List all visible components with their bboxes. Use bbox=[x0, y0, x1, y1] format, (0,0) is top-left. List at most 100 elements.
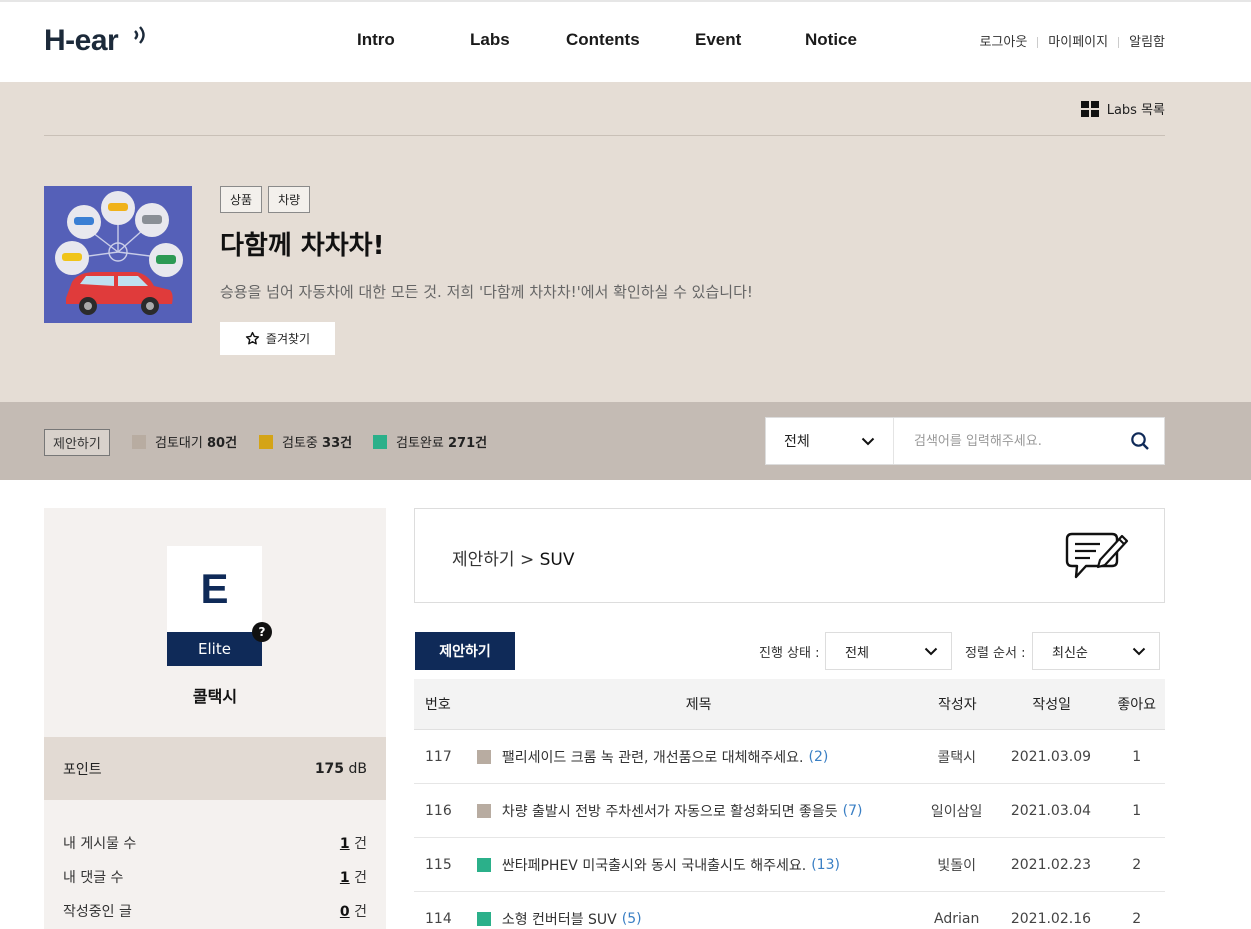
grade-label: Elite bbox=[167, 632, 262, 666]
stat-unit: 건 bbox=[354, 836, 367, 852]
row-number: 117 bbox=[425, 748, 452, 765]
utility-menu: 로그아웃 마이페이지 알림함 bbox=[979, 31, 1165, 50]
favorite-button[interactable]: 즐겨찾기 bbox=[220, 322, 335, 355]
divider bbox=[44, 135, 1165, 136]
row-author: 일이삼일 bbox=[930, 803, 983, 820]
column-header: 제목 bbox=[685, 697, 712, 713]
status-filter-value: 전체 bbox=[845, 645, 869, 661]
chevron-down-icon bbox=[861, 437, 875, 445]
stat-in-review-label: 검토중 bbox=[282, 436, 318, 451]
table-row[interactable]: 114 소형 컨버터블 SUV (5) Adrian 2021.02.16 2 bbox=[414, 892, 1165, 929]
lab-hero: Labs 목록 상품 차량 다함께 차차차! 승용을 넘어 자동차에 대한 모든… bbox=[0, 82, 1251, 402]
star-icon bbox=[245, 331, 260, 345]
lab-title: 다함께 차차차! bbox=[220, 231, 385, 261]
divider bbox=[1037, 37, 1039, 48]
search-scope-select[interactable]: 전체 bbox=[766, 418, 894, 464]
category-label: 제안하기 bbox=[44, 429, 110, 456]
row-title-link[interactable]: 차량 출발시 전방 주차센서가 자동으로 활성화되면 좋을듯 bbox=[502, 801, 838, 821]
row-number: 115 bbox=[425, 856, 452, 873]
nav-notice[interactable]: Notice bbox=[805, 30, 857, 50]
nav-intro[interactable]: Intro bbox=[357, 30, 395, 50]
row-likes: 2 bbox=[1132, 910, 1142, 927]
point-value: 175 bbox=[314, 760, 345, 777]
breadcrumb-separator: > bbox=[519, 550, 535, 570]
column-header: 좋아요 bbox=[1117, 697, 1156, 713]
chevron-down-icon bbox=[1132, 647, 1146, 655]
chevron-down-icon bbox=[924, 647, 938, 655]
stat-pending-label: 검토대기 bbox=[155, 436, 203, 451]
stat-unit: 건 bbox=[354, 870, 367, 886]
sort-label: 정렬 순서 : bbox=[965, 646, 1026, 661]
my-posts-count[interactable]: 1 bbox=[340, 836, 350, 852]
site-logo[interactable]: H-ear bbox=[44, 24, 119, 58]
completed-color-swatch bbox=[373, 434, 387, 449]
notification-link[interactable]: 알림함 bbox=[1129, 31, 1165, 50]
sort-value: 최신순 bbox=[1052, 645, 1088, 661]
user-nickname: 콜택시 bbox=[192, 687, 238, 706]
table-row[interactable]: 115 싼타페PHEV 미국출시와 동시 국내출시도 해주세요. (13) 빛돌… bbox=[414, 838, 1165, 892]
status-indicator bbox=[476, 803, 491, 818]
point-unit: dB bbox=[348, 760, 368, 777]
row-title-link[interactable]: 소형 컨버터블 SUV bbox=[502, 909, 617, 929]
status-filter-label: 진행 상태 : bbox=[759, 646, 820, 661]
nav-contents[interactable]: Contents bbox=[566, 30, 640, 50]
labs-list-label: Labs 목록 bbox=[1106, 103, 1165, 118]
comment-count: (5) bbox=[621, 910, 642, 927]
stat-label: 내 게시물 수 bbox=[63, 836, 137, 852]
my-comments-count[interactable]: 1 bbox=[340, 870, 350, 886]
column-header: 작성자 bbox=[937, 697, 977, 713]
status-indicator bbox=[476, 749, 491, 764]
point-label: 포인트 bbox=[63, 761, 102, 778]
comment-count: (2) bbox=[808, 748, 829, 765]
labs-list-link[interactable]: Labs 목록 bbox=[1080, 99, 1165, 118]
stat-label: 작성중인 글 bbox=[63, 904, 132, 920]
row-date: 2021.02.16 bbox=[1010, 910, 1092, 927]
grade-badge: E bbox=[167, 546, 262, 632]
grid-icon bbox=[1080, 100, 1099, 117]
stat-completed: 검토완료 271건 bbox=[373, 432, 487, 451]
row-title-link[interactable]: 싼타페PHEV 미국출시와 동시 국내출시도 해주세요. bbox=[502, 855, 806, 875]
pending-color-swatch bbox=[132, 434, 146, 449]
suggestion-table: 번호 제목 작성자 작성일 좋아요 117 팰리세이드 크롬 녹 관련, 개선품… bbox=[414, 679, 1165, 929]
row-date: 2021.02.23 bbox=[1010, 856, 1092, 873]
table-row[interactable]: 117 팰리세이드 크롬 녹 관련, 개선품으로 대체해주세요. (2) 콜택시… bbox=[414, 730, 1165, 784]
row-author: 빛돌이 bbox=[937, 857, 976, 874]
breadcrumb-parent[interactable]: 제안하기 bbox=[452, 550, 515, 570]
row-title-cell: 싼타페PHEV 미국출시와 동시 국내출시도 해주세요. (13) bbox=[476, 855, 920, 875]
logout-link[interactable]: 로그아웃 bbox=[979, 31, 1027, 50]
stat-unit: 건 bbox=[354, 904, 367, 920]
status-filter-select[interactable]: 전체 bbox=[825, 632, 952, 670]
write-suggestion-button[interactable]: 제안하기 bbox=[415, 632, 515, 670]
site-header: H-ear Intro Labs Contents Event Notice 로… bbox=[0, 2, 1251, 82]
in-review-color-swatch bbox=[259, 434, 273, 449]
row-title-cell: 차량 출발시 전방 주차센서가 자동으로 활성화되면 좋을듯 (7) bbox=[476, 801, 920, 821]
row-likes: 1 bbox=[1132, 802, 1142, 819]
stat-my-comments: 내 댓글 수 1 건 bbox=[44, 860, 386, 894]
stat-label: 내 댓글 수 bbox=[63, 870, 124, 886]
status-summary-bar: 제안하기 검토대기 80건 검토중 33건 검토완료 271건 전체 bbox=[0, 402, 1251, 480]
stat-pending-count: 80건 bbox=[206, 436, 238, 451]
stat-completed-count: 271건 bbox=[447, 436, 488, 451]
mypage-link[interactable]: 마이페이지 bbox=[1048, 31, 1108, 50]
row-likes: 2 bbox=[1132, 856, 1142, 873]
nav-event[interactable]: Event bbox=[695, 30, 741, 50]
nav-labs[interactable]: Labs bbox=[470, 30, 510, 50]
search-box: 전체 bbox=[765, 417, 1165, 465]
breadcrumb: 제안하기 > SUV bbox=[452, 545, 575, 570]
row-number: 116 bbox=[425, 802, 452, 819]
table-row[interactable]: 116 차량 출발시 전방 주차센서가 자동으로 활성화되면 좋을듯 (7) 일… bbox=[414, 784, 1165, 838]
lab-tags: 상품 차량 bbox=[220, 186, 311, 213]
status-indicator bbox=[476, 911, 491, 926]
search-button[interactable] bbox=[1116, 418, 1164, 464]
search-icon bbox=[1131, 432, 1149, 450]
comment-count: (7) bbox=[842, 802, 863, 819]
sort-select[interactable]: 최신순 bbox=[1032, 632, 1160, 670]
drafts-count[interactable]: 0 bbox=[340, 904, 350, 920]
board-header: 제안하기 > SUV bbox=[414, 508, 1165, 603]
search-input[interactable] bbox=[894, 418, 1116, 464]
stat-in-review-count: 33건 bbox=[322, 436, 353, 451]
row-title-link[interactable]: 팰리세이드 크롬 녹 관련, 개선품으로 대체해주세요. bbox=[502, 747, 804, 767]
breadcrumb-current: SUV bbox=[539, 550, 575, 570]
table-header: 번호 제목 작성자 작성일 좋아요 bbox=[414, 679, 1165, 730]
help-icon[interactable]: ? bbox=[252, 622, 272, 642]
